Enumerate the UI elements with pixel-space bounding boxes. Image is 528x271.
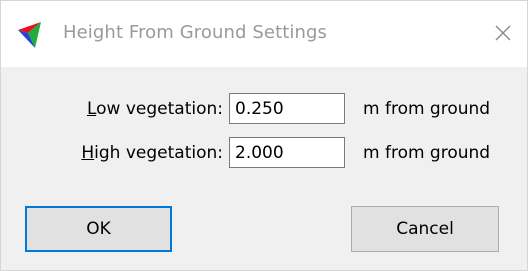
low-vegetation-unit: m from ground (363, 99, 491, 119)
title-bar[interactable]: Height From Ground Settings (1, 1, 527, 67)
ok-button[interactable]: OK (25, 206, 172, 252)
close-button[interactable] (479, 9, 527, 57)
low-vegetation-input[interactable] (229, 93, 345, 124)
high-vegetation-row: High vegetation: m from ground (1, 137, 527, 169)
window-title: Height From Ground Settings (63, 22, 327, 43)
settings-dialog: Height From Ground Settings Low vegetati… (0, 0, 528, 271)
low-vegetation-label: Low vegetation: (86, 99, 223, 119)
high-vegetation-input[interactable] (229, 137, 345, 168)
low-vegetation-row: Low vegetation: m from ground (1, 93, 527, 125)
close-icon (494, 24, 512, 42)
tri-color-arrow-icon (17, 21, 47, 49)
high-vegetation-unit: m from ground (363, 143, 491, 163)
high-vegetation-label: High vegetation: (81, 143, 223, 163)
cancel-button[interactable]: Cancel (351, 206, 499, 252)
